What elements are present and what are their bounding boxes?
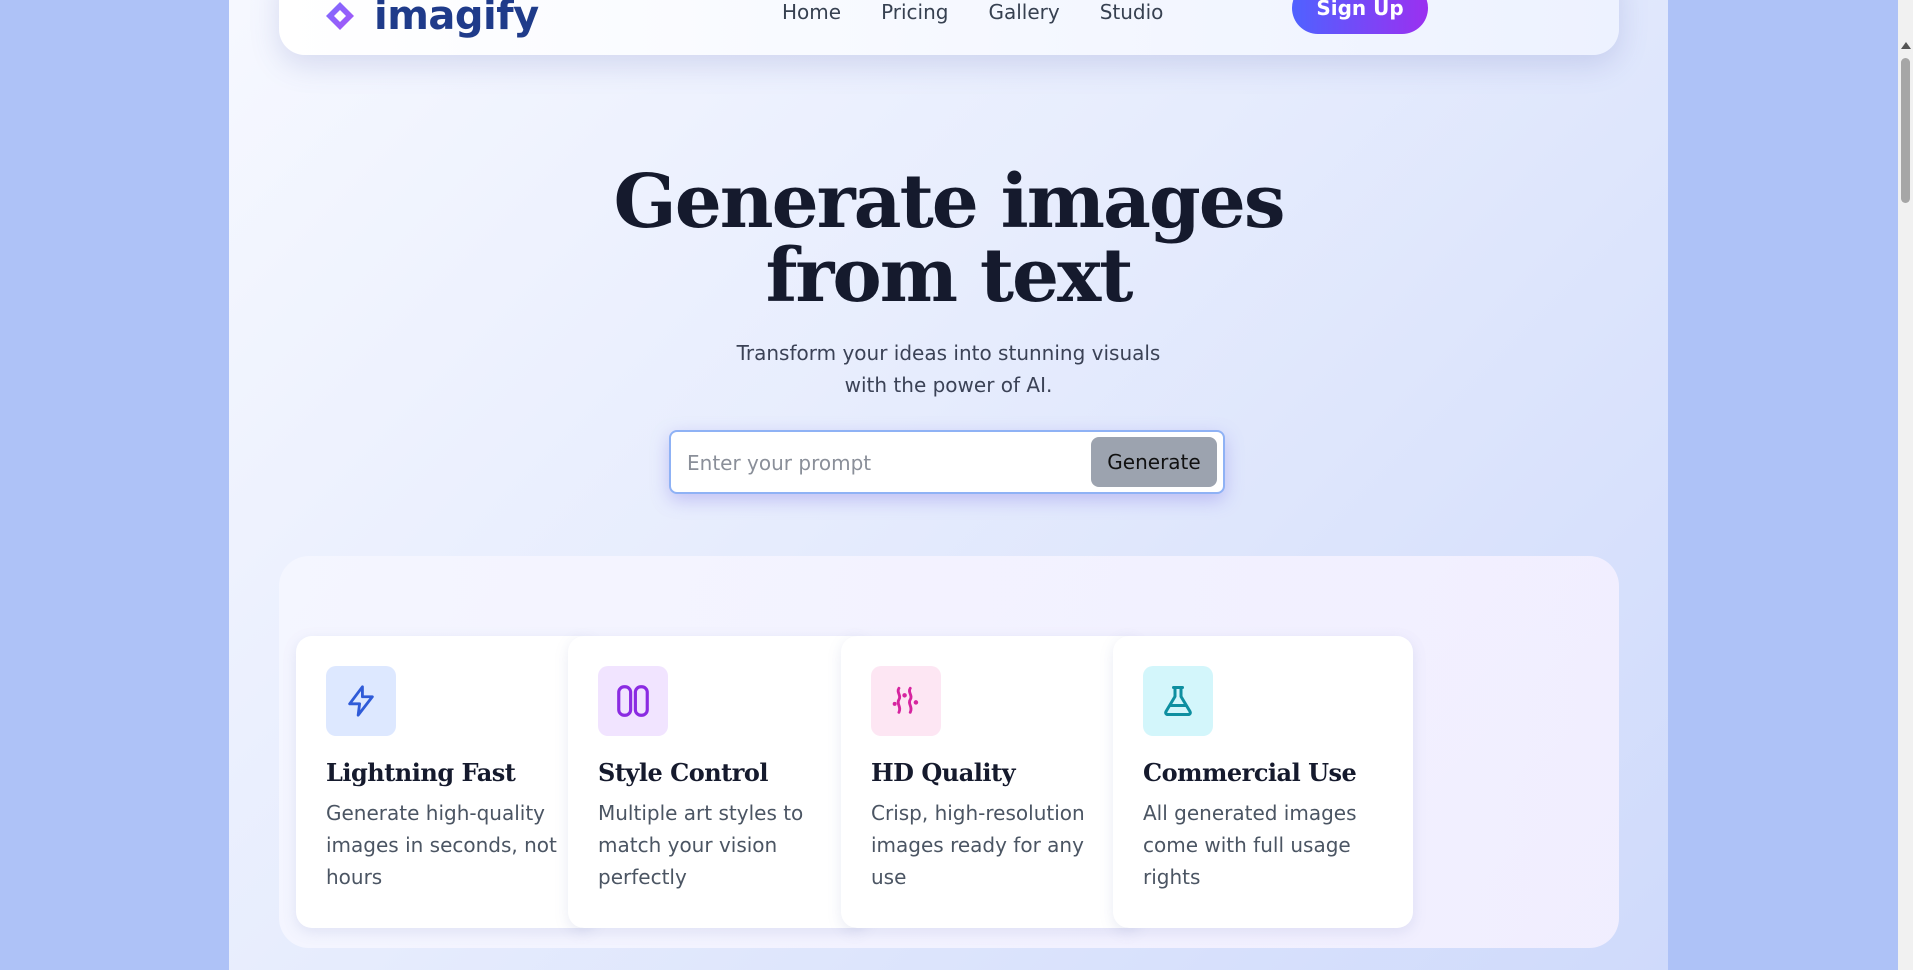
hero-title: Generate images from text — [229, 165, 1668, 313]
generate-button[interactable]: Generate — [1091, 437, 1217, 487]
lightning-icon — [348, 685, 374, 717]
nav-links: Home Pricing Gallery Studio — [782, 0, 1163, 24]
feature-title: Lightning Fast — [326, 758, 516, 787]
flask-icon — [1164, 686, 1192, 716]
nav-link-gallery[interactable]: Gallery — [988, 0, 1059, 24]
feature-icon-box — [1143, 666, 1213, 736]
sparkle-brush-icon — [892, 686, 919, 714]
feature-card-hd-quality: HD Quality Crisp, high-resolution images… — [841, 636, 1141, 928]
hero-title-line-1: Generate images — [613, 159, 1286, 245]
prompt-input[interactable] — [685, 442, 1089, 484]
scrollbar-thumb[interactable] — [1901, 58, 1910, 203]
scrollbar[interactable] — [1898, 0, 1913, 970]
feature-card-lightning-fast: Lightning Fast Generate high-quality ima… — [296, 636, 596, 928]
page: imagify Home Pricing Gallery Studio Sign… — [229, 0, 1668, 970]
navbar: imagify Home Pricing Gallery Studio Sign… — [279, 0, 1619, 55]
feature-description: Crisp, high-resolution images ready for … — [871, 801, 1085, 889]
feature-card-style-control: Style Control Multiple art styles to mat… — [568, 636, 868, 928]
diamond-logo-icon — [326, 2, 354, 30]
hero-subtitle: Transform your ideas into stunning visua… — [229, 337, 1668, 401]
logo[interactable]: imagify — [322, 0, 539, 38]
feature-title: Style Control — [598, 758, 769, 787]
prompt-form: Generate — [669, 430, 1225, 494]
hero-subtitle-line-1: Transform your ideas into stunning visua… — [736, 341, 1161, 365]
nav-link-studio[interactable]: Studio — [1100, 0, 1164, 24]
feature-icon-box — [871, 666, 941, 736]
feature-description: Multiple art styles to match your vision… — [598, 801, 804, 889]
columns-icon — [617, 685, 649, 717]
features-section: Lightning Fast Generate high-quality ima… — [279, 556, 1619, 948]
nav-link-home[interactable]: Home — [782, 0, 841, 24]
feature-title: HD Quality — [871, 758, 1016, 787]
brand-name: imagify — [374, 0, 539, 39]
signup-button[interactable]: Sign Up — [1292, 0, 1428, 34]
hero-title-line-2: from text — [765, 233, 1134, 319]
feature-description: All generated images come with full usag… — [1143, 801, 1357, 889]
nav-link-pricing[interactable]: Pricing — [881, 0, 948, 24]
hero-subtitle-line-2: with the power of AI. — [844, 373, 1053, 397]
feature-title: Commercial Use — [1143, 758, 1357, 787]
feature-icon-box — [326, 666, 396, 736]
scroll-up-arrow-icon[interactable] — [1901, 42, 1911, 49]
feature-description: Generate high-quality images in seconds,… — [326, 801, 557, 889]
feature-icon-box — [598, 666, 668, 736]
feature-card-commercial-use: Commercial Use All generated images come… — [1113, 636, 1413, 928]
